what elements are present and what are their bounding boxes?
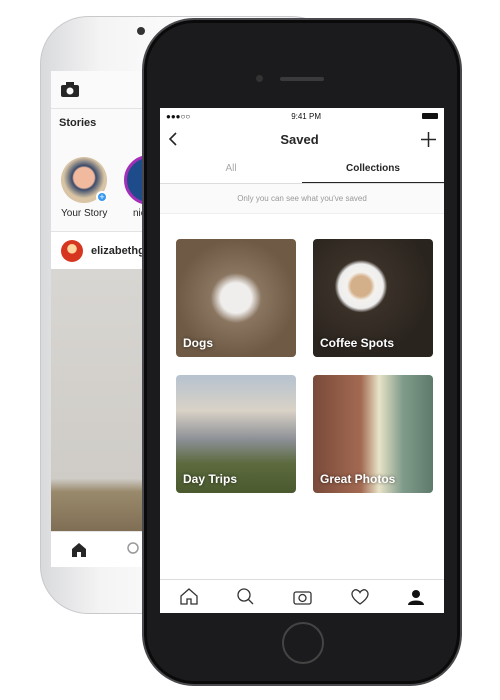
earpiece [280,77,324,81]
user-avatar[interactable] [61,239,83,262]
saved-tabs: All Collections [160,154,444,184]
collection-dogs[interactable]: Dogs [176,239,296,357]
search-icon[interactable] [237,588,254,605]
home-button[interactable] [282,622,324,664]
tab-all[interactable]: All [160,154,302,183]
collection-great-photos[interactable]: Great Photos [313,375,433,493]
collection-label: Great Photos [320,472,396,486]
status-time: 9:41 PM [291,111,321,121]
iphone: ●●●○○ 9:41 PM Saved All Collections Only… [142,18,462,686]
saved-screen: ●●●○○ 9:41 PM Saved All Collections Only… [160,108,444,613]
tab-collections[interactable]: Collections [302,154,444,183]
collection-label: Dogs [183,336,213,350]
search-icon[interactable] [127,542,142,557]
camera-icon[interactable] [293,589,312,605]
signal-indicator: ●●●○○ [166,111,191,121]
collection-day-trips[interactable]: Day Trips [176,375,296,493]
heart-icon[interactable] [351,588,369,605]
camera-icon[interactable] [61,82,79,97]
battery-icon [422,113,438,119]
post-username[interactable]: elizabethg [91,245,145,257]
home-icon[interactable] [71,542,87,557]
front-camera [256,75,263,82]
your-story-label: Your Story [61,208,108,219]
add-story-icon[interactable]: + [96,191,108,203]
collection-label: Coffee Spots [320,336,395,350]
privacy-note: Only you can see what you've saved [160,184,444,214]
collection-coffee-spots[interactable]: Coffee Spots [313,239,433,357]
profile-icon[interactable] [408,589,425,605]
bottom-tab-bar [160,579,444,613]
nav-bar: Saved [160,124,444,154]
back-chevron-icon[interactable] [168,132,178,146]
page-title: Saved [280,131,319,147]
collection-label: Day Trips [183,472,238,486]
status-bar: ●●●○○ 9:41 PM [160,108,444,124]
add-collection-icon[interactable] [421,131,436,147]
camera-dot [137,27,145,35]
home-icon[interactable] [179,588,198,605]
